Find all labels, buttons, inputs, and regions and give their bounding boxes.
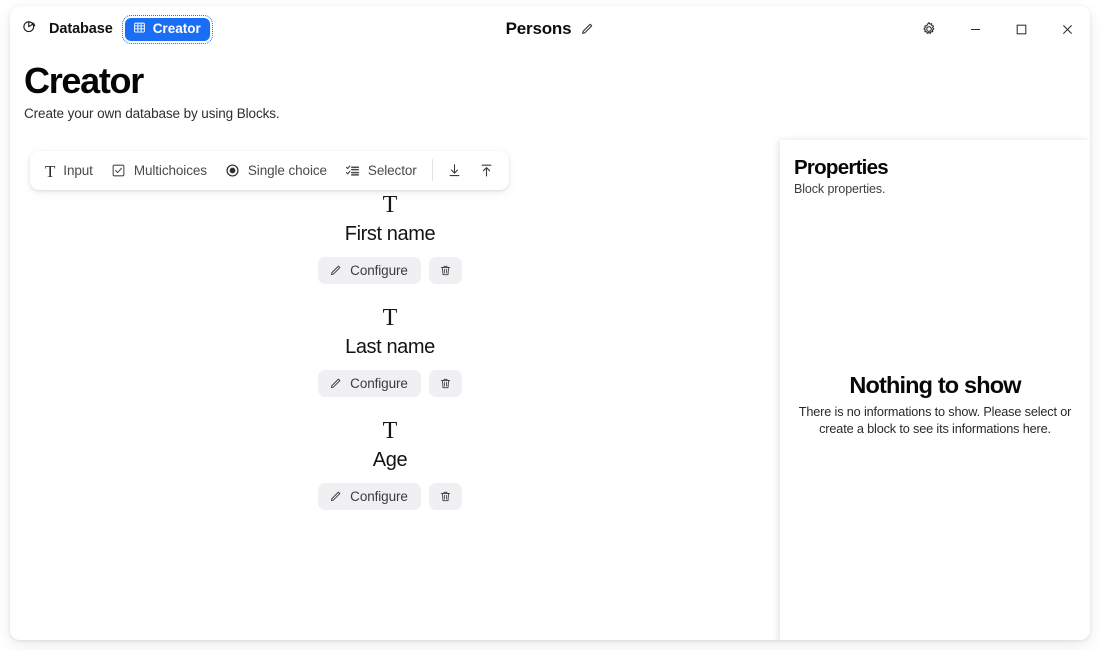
document-title: Persons (505, 19, 572, 38)
text-input-icon: T (382, 304, 398, 331)
block-card[interactable]: T Last name Configure (260, 306, 520, 397)
trash-icon (439, 490, 452, 503)
block-actions: Configure (318, 369, 462, 397)
delete-button[interactable] (428, 482, 462, 510)
creator-badge[interactable]: Creator (121, 14, 213, 44)
app-window: Database Creator Persons Creator Create … (10, 6, 1090, 640)
checkbox-icon (111, 163, 126, 178)
block-label: First name (344, 222, 436, 245)
empty-state-description: There is no informations to show. Please… (798, 404, 1072, 436)
toolbar-item-single-choice-label: Single choice (247, 162, 327, 178)
empty-state: Nothing to show There is no informations… (780, 372, 1090, 438)
blocks-list: T First name Configure T Last name Confi… (10, 193, 770, 510)
window-controls (906, 6, 1090, 52)
close-icon[interactable] (1044, 6, 1090, 52)
block-label: Last name (345, 335, 435, 358)
properties-subtitle: Block properties. (794, 182, 886, 197)
block-actions: Configure (318, 256, 462, 284)
page-subtitle: Create your own database by using Blocks… (24, 105, 280, 121)
trash-icon (439, 377, 452, 390)
list-check-icon (345, 163, 360, 178)
app-name-label: Database (49, 21, 113, 37)
page-header: Creator Create your own database by usin… (10, 52, 1090, 121)
block-card[interactable]: T First name Configure (260, 193, 520, 284)
trash-icon (439, 264, 452, 277)
maximize-icon[interactable] (998, 6, 1044, 52)
toolbar-item-input[interactable]: T Input (36, 155, 102, 185)
configure-button[interactable]: Configure (318, 369, 421, 397)
block-type-toolbar: T Input Multichoices Single choice Selec… (30, 150, 509, 190)
text-input-icon: T (382, 191, 398, 218)
block-actions: Configure (318, 482, 462, 510)
text-input-icon: T (382, 417, 398, 444)
configure-button-label: Configure (350, 262, 408, 278)
grid-table-icon (133, 21, 146, 37)
toolbar-item-single-choice[interactable]: Single choice (216, 155, 336, 185)
delete-button[interactable] (428, 369, 462, 397)
configure-button[interactable]: Configure (318, 482, 421, 510)
toolbar-divider (431, 159, 433, 182)
configure-button-label: Configure (350, 488, 408, 504)
minimize-icon[interactable] (952, 6, 998, 52)
pencil-icon (329, 377, 342, 390)
properties-title: Properties (794, 155, 889, 179)
pencil-icon (329, 490, 342, 503)
pie-chart-icon (22, 19, 37, 39)
block-card[interactable]: T Age Configure (260, 419, 520, 510)
gear-icon[interactable] (906, 6, 952, 52)
empty-state-title: Nothing to show (849, 371, 1021, 398)
delete-button[interactable] (428, 256, 462, 284)
creator-badge-label: Creator (152, 21, 201, 36)
configure-button[interactable]: Configure (318, 256, 421, 284)
text-input-icon: T (45, 161, 56, 181)
download-icon[interactable] (439, 155, 471, 185)
upload-icon[interactable] (471, 155, 503, 185)
toolbar-item-multichoices[interactable]: Multichoices (102, 155, 216, 185)
properties-panel: Properties Block properties. Nothing to … (780, 139, 1090, 640)
configure-button-label: Configure (350, 375, 408, 391)
toolbar-item-selector-label: Selector (367, 162, 417, 178)
titlebar-left-group: Database Creator (10, 14, 213, 44)
pencil-icon (329, 264, 342, 277)
block-label: Age (372, 448, 408, 471)
page-title: Creator (24, 60, 144, 101)
pencil-icon[interactable] (580, 22, 594, 36)
toolbar-item-input-label: Input (63, 162, 93, 178)
radio-button-icon (225, 163, 240, 178)
toolbar-item-selector[interactable]: Selector (336, 155, 426, 185)
titlebar: Database Creator Persons (10, 6, 1090, 52)
content-area: T Input Multichoices Single choice Selec… (10, 121, 1090, 640)
toolbar-item-multichoices-label: Multichoices (133, 162, 207, 178)
